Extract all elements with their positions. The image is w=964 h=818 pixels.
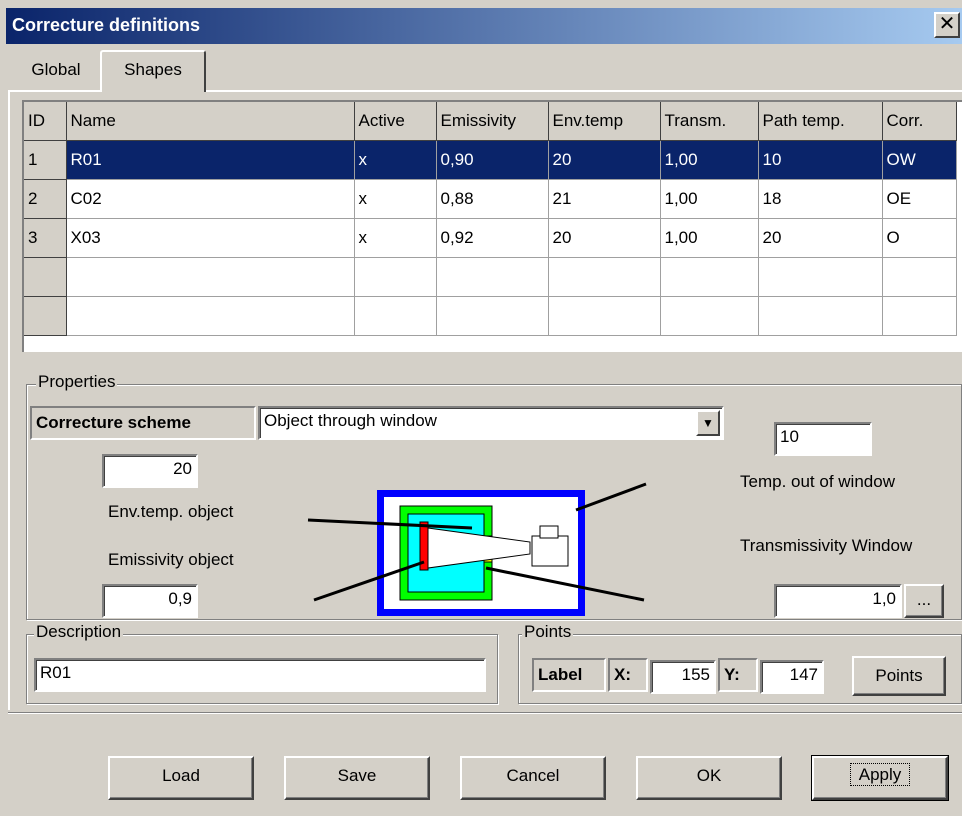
env-temp-object-input[interactable]: 20 — [102, 454, 198, 488]
window-title: Correcture definitions — [12, 15, 201, 35]
column-header-corr[interactable]: Corr. — [882, 102, 957, 141]
env-temp-cell[interactable]: 20 — [548, 140, 661, 180]
empty-cell[interactable] — [354, 257, 437, 297]
grid-header-row: ID Name Active Emissivity Env.temp Trans… — [24, 102, 957, 141]
points-label-text: Label — [532, 658, 606, 692]
y-coordinate-input[interactable]: 147 — [760, 660, 824, 694]
emissivity-object-input[interactable]: 0,9 — [102, 584, 198, 618]
description-input[interactable]: R01 — [34, 658, 486, 692]
points-group-label: Points — [522, 622, 574, 642]
temp-out-pointer-line — [575, 482, 647, 512]
env-temp-cell[interactable]: 21 — [548, 179, 661, 219]
camera-body-icon — [531, 535, 569, 567]
cancel-button[interactable]: Cancel — [460, 756, 606, 800]
empty-cell[interactable] — [882, 296, 957, 336]
row-id-cell[interactable]: 3 — [24, 218, 67, 258]
save-button[interactable]: Save — [284, 756, 430, 800]
column-header-name[interactable]: Name — [66, 102, 355, 141]
emissivity-cell[interactable]: 0,90 — [436, 140, 549, 180]
empty-cell[interactable] — [66, 257, 355, 297]
column-header-env-temp[interactable]: Env.temp — [548, 102, 661, 141]
x-coordinate-label: X: — [608, 658, 648, 692]
path-temp-cell[interactable]: 18 — [758, 179, 883, 219]
column-header-transm[interactable]: Transm. — [660, 102, 759, 141]
emissivity-object-label: Emissivity object — [108, 550, 234, 569]
empty-cell[interactable] — [758, 257, 883, 297]
close-button[interactable]: ✕ — [934, 12, 960, 38]
footer-separator — [8, 712, 962, 714]
transm-cell[interactable]: 1,00 — [660, 140, 759, 180]
x-coordinate-input[interactable]: 155 — [650, 660, 716, 694]
empty-cell[interactable] — [548, 257, 661, 297]
title-bar: Correcture definitions ✕ — [6, 8, 962, 44]
points-button[interactable]: Points — [852, 656, 946, 696]
empty-cell[interactable] — [882, 257, 957, 297]
transm-cell[interactable]: 1,00 — [660, 179, 759, 219]
apply-button-label: Apply — [849, 763, 911, 786]
description-group-label: Description — [34, 622, 124, 642]
env-temp-cell[interactable]: 20 — [548, 218, 661, 258]
row-id-cell[interactable] — [24, 296, 67, 336]
transm-cell[interactable]: 1,00 — [660, 218, 759, 258]
column-header-emissivity[interactable]: Emissivity — [436, 102, 549, 141]
corr-cell[interactable]: O — [882, 218, 957, 258]
table-row-empty[interactable] — [24, 257, 957, 297]
properties-group-label: Properties — [36, 372, 118, 392]
load-button[interactable]: Load — [108, 756, 254, 800]
active-cell[interactable]: x — [354, 179, 437, 219]
name-cell[interactable]: R01 — [66, 140, 355, 180]
corr-cell[interactable]: OW — [882, 140, 957, 180]
column-header-active[interactable]: Active — [354, 102, 437, 141]
correcture-scheme-value: Object through window — [264, 411, 437, 430]
correcture-scheme-select[interactable]: Object through window ▼ — [258, 406, 724, 440]
table-row[interactable]: 3 X03 x 0,92 20 1,00 20 O — [24, 218, 957, 258]
corr-cell[interactable]: OE — [882, 179, 957, 219]
column-header-id[interactable]: ID — [24, 102, 67, 141]
ok-button[interactable]: OK — [636, 756, 782, 800]
active-cell[interactable]: x — [354, 140, 437, 180]
transmissivity-window-label: Transmissivity Window — [740, 536, 913, 555]
empty-cell[interactable] — [758, 296, 883, 336]
row-id-cell[interactable] — [24, 257, 67, 297]
empty-cell[interactable] — [436, 257, 549, 297]
tab-global[interactable]: Global — [10, 54, 102, 90]
row-id-cell[interactable]: 2 — [24, 179, 67, 219]
close-icon: ✕ — [938, 13, 956, 35]
table-row[interactable]: 1 R01 x 0,90 20 1,00 10 OW — [24, 140, 957, 180]
y-coordinate-label: Y: — [718, 658, 758, 692]
dropdown-arrow-icon[interactable]: ▼ — [696, 410, 720, 436]
temp-out-of-window-label: Temp. out of window — [740, 472, 895, 491]
correcture-scheme-label: Correcture scheme — [30, 406, 256, 440]
active-cell[interactable]: x — [354, 218, 437, 258]
dialog-window: Correcture definitions ✕ Global Shapes I… — [0, 0, 962, 816]
apply-button[interactable]: Apply — [811, 755, 949, 801]
table-row-empty[interactable] — [24, 296, 957, 336]
temp-out-of-window-input[interactable]: 10 — [774, 422, 872, 456]
camera-top-icon — [539, 525, 559, 539]
browse-button[interactable]: ... — [904, 584, 944, 618]
name-cell[interactable]: X03 — [66, 218, 355, 258]
empty-cell[interactable] — [660, 296, 759, 336]
empty-cell[interactable] — [548, 296, 661, 336]
empty-cell[interactable] — [660, 257, 759, 297]
column-header-path-temp[interactable]: Path temp. — [758, 102, 883, 141]
shapes-table: ID Name Active Emissivity Env.temp Trans… — [24, 102, 957, 336]
empty-cell[interactable] — [354, 296, 437, 336]
tab-shapes[interactable]: Shapes — [100, 50, 206, 92]
path-temp-cell[interactable]: 20 — [758, 218, 883, 258]
env-temp-object-label: Env.temp. object — [108, 502, 234, 521]
empty-cell[interactable] — [66, 296, 355, 336]
correcture-scheme-diagram — [307, 482, 647, 616]
row-id-cell[interactable]: 1 — [24, 140, 67, 180]
transmissivity-window-input[interactable]: 1,0 — [774, 584, 902, 618]
shapes-grid[interactable]: ID Name Active Emissivity Env.temp Trans… — [22, 100, 962, 352]
name-cell[interactable]: C02 — [66, 179, 355, 219]
empty-cell[interactable] — [436, 296, 549, 336]
path-temp-cell[interactable]: 10 — [758, 140, 883, 180]
emissivity-cell[interactable]: 0,88 — [436, 179, 549, 219]
table-row[interactable]: 2 C02 x 0,88 21 1,00 18 OE — [24, 179, 957, 219]
emissivity-cell[interactable]: 0,92 — [436, 218, 549, 258]
